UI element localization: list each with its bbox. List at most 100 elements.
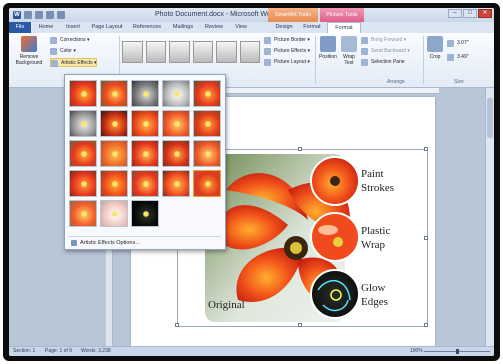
effect-thumb-glow-diffused[interactable]: [162, 110, 190, 137]
effect-thumb-photocopy[interactable]: [100, 200, 128, 227]
picture-styles-gallery[interactable]: [122, 41, 260, 63]
effect-thumb-pastels-smooth[interactable]: [193, 170, 221, 197]
color-button[interactable]: Color ▾: [50, 47, 76, 56]
remove-background-icon: [21, 36, 37, 52]
effect-thumb-glass[interactable]: [69, 170, 97, 197]
position-icon: [320, 36, 336, 52]
effect-thumb-none[interactable]: [69, 80, 97, 107]
picture-style-thumb[interactable]: [122, 41, 143, 63]
picture-style-thumb[interactable]: [216, 41, 237, 63]
word-app-icon[interactable]: W: [13, 11, 21, 19]
picture-style-thumb[interactable]: [169, 41, 190, 63]
picture-layout-button[interactable]: Picture Layout ▾: [264, 58, 310, 67]
label-paint-strokes-1: Paint: [361, 168, 384, 180]
effect-thumb-marker[interactable]: [100, 80, 128, 107]
tab-picture-format[interactable]: Format: [327, 22, 361, 33]
zoom-percent[interactable]: 100%: [410, 348, 423, 354]
crop-icon: [427, 36, 443, 52]
position-button[interactable]: Position: [318, 36, 338, 60]
label-plastic-wrap-1: Plastic: [361, 225, 391, 237]
label-original: Original: [208, 299, 245, 311]
tab-file[interactable]: File: [9, 22, 31, 33]
effects-grid: [69, 80, 221, 227]
close-button[interactable]: ✕: [478, 9, 492, 18]
window-title: Photo Document.docx - Microsoft Word: [155, 11, 278, 18]
status-section[interactable]: Section: 1: [13, 348, 35, 354]
effect-thumb-paint-brush[interactable]: [131, 110, 159, 137]
effect-thumb-line-drawing[interactable]: [193, 80, 221, 107]
tab-page-layout[interactable]: Page Layout: [88, 22, 126, 33]
effect-thumb-crisscross[interactable]: [162, 170, 190, 197]
effect-thumb-pencil-sketch[interactable]: [162, 80, 190, 107]
tab-review[interactable]: Review: [201, 22, 227, 33]
picture-border-button[interactable]: Picture Border ▾: [264, 36, 310, 45]
picture-effects-button[interactable]: Picture Effects ▾: [264, 47, 310, 56]
scrollbar-thumb[interactable]: [487, 98, 493, 138]
redo-icon[interactable]: [46, 11, 54, 19]
undo-icon[interactable]: [35, 11, 43, 19]
label-plastic-wrap-2: Wrap: [361, 239, 385, 251]
maximize-button[interactable]: □: [463, 9, 477, 18]
shape-height-field[interactable]: 3.07": [447, 39, 469, 48]
effect-thumb-cutout[interactable]: [131, 140, 159, 167]
effect-thumb-plastic-wrap[interactable]: [69, 200, 97, 227]
artistic-effects-options-link[interactable]: Artistic Effects Options...: [71, 240, 140, 246]
remove-background-button[interactable]: Remove Background: [12, 36, 46, 66]
customize-qat-icon[interactable]: [57, 11, 65, 19]
resize-handle[interactable]: [298, 323, 302, 327]
picture-tools-context: Picture Tools: [320, 8, 364, 22]
picture-style-thumb[interactable]: [239, 41, 260, 63]
resize-handle[interactable]: [424, 147, 428, 151]
gallery-divider: [69, 236, 221, 237]
effect-thumb-texturizer[interactable]: [131, 170, 159, 197]
effect-thumb-light-screen[interactable]: [69, 140, 97, 167]
send-backward-button[interactable]: Send Backward ▾: [361, 47, 410, 56]
ribbon-separator: [423, 36, 424, 84]
effect-thumb-blur[interactable]: [193, 110, 221, 137]
tab-smartart-design[interactable]: Design: [271, 22, 297, 33]
zoom-slider[interactable]: 100%: [410, 348, 490, 354]
tab-smartart-format[interactable]: Format: [299, 22, 325, 33]
quick-access-toolbar: W: [13, 11, 65, 19]
tab-references[interactable]: References: [129, 22, 165, 33]
wrap-text-button[interactable]: Wrap Text: [340, 36, 358, 66]
tab-mailings[interactable]: Mailings: [168, 22, 198, 33]
selection-pane-button[interactable]: Selection Pane: [361, 58, 405, 67]
effect-thumb-chalk[interactable]: [69, 110, 97, 137]
effect-thumb-cement[interactable]: [100, 170, 128, 197]
tab-home[interactable]: Home: [35, 22, 57, 33]
tab-insert[interactable]: Insert: [61, 22, 85, 33]
minimize-button[interactable]: –: [448, 9, 462, 18]
effect-thumb-paint-strokes[interactable]: [100, 110, 128, 137]
save-icon[interactable]: [24, 11, 32, 19]
effect-thumb-glow-edges[interactable]: [131, 200, 159, 227]
bring-forward-button[interactable]: Bring Forward ▾: [361, 36, 406, 45]
corrections-button[interactable]: Corrections ▾: [50, 36, 89, 45]
pistil-center: [290, 242, 302, 254]
zoom-knob[interactable]: [455, 349, 459, 354]
resize-handle[interactable]: [175, 323, 179, 327]
effect-thumb-mosaic[interactable]: [162, 140, 190, 167]
picture-style-thumb[interactable]: [145, 41, 166, 63]
tab-view[interactable]: View: [230, 22, 252, 33]
resize-handle[interactable]: [424, 323, 428, 327]
size-group-label: Size: [454, 79, 464, 85]
shape-width-field[interactable]: 3.49": [447, 53, 469, 62]
status-bar: Section: 1 Page: 1 of 9 Words: 3,238 100…: [9, 346, 494, 356]
effect-thumb-watercolor[interactable]: [100, 140, 128, 167]
artistic-effects-button[interactable]: Artistic Effects ▾: [50, 58, 98, 67]
effect-thumb-pencil-grayscale[interactable]: [131, 80, 159, 107]
paint-strokes-center: [330, 176, 340, 186]
vertical-scrollbar[interactable]: [485, 88, 494, 346]
resize-handle[interactable]: [298, 147, 302, 151]
picture-style-thumb[interactable]: [192, 41, 213, 63]
crop-button[interactable]: Crop: [426, 36, 444, 60]
status-page[interactable]: Page: 1 of 9: [45, 348, 72, 354]
resize-handle[interactable]: [424, 236, 428, 240]
status-words[interactable]: Words: 3,238: [81, 348, 111, 354]
label-glow-edges-1: Glow: [361, 282, 386, 294]
arrange-group-label: Arrange: [387, 79, 405, 85]
effect-thumb-film-grain[interactable]: [193, 140, 221, 167]
window-controls: – □ ✕: [448, 9, 492, 18]
label-paint-strokes-2: Strokes: [361, 182, 394, 194]
